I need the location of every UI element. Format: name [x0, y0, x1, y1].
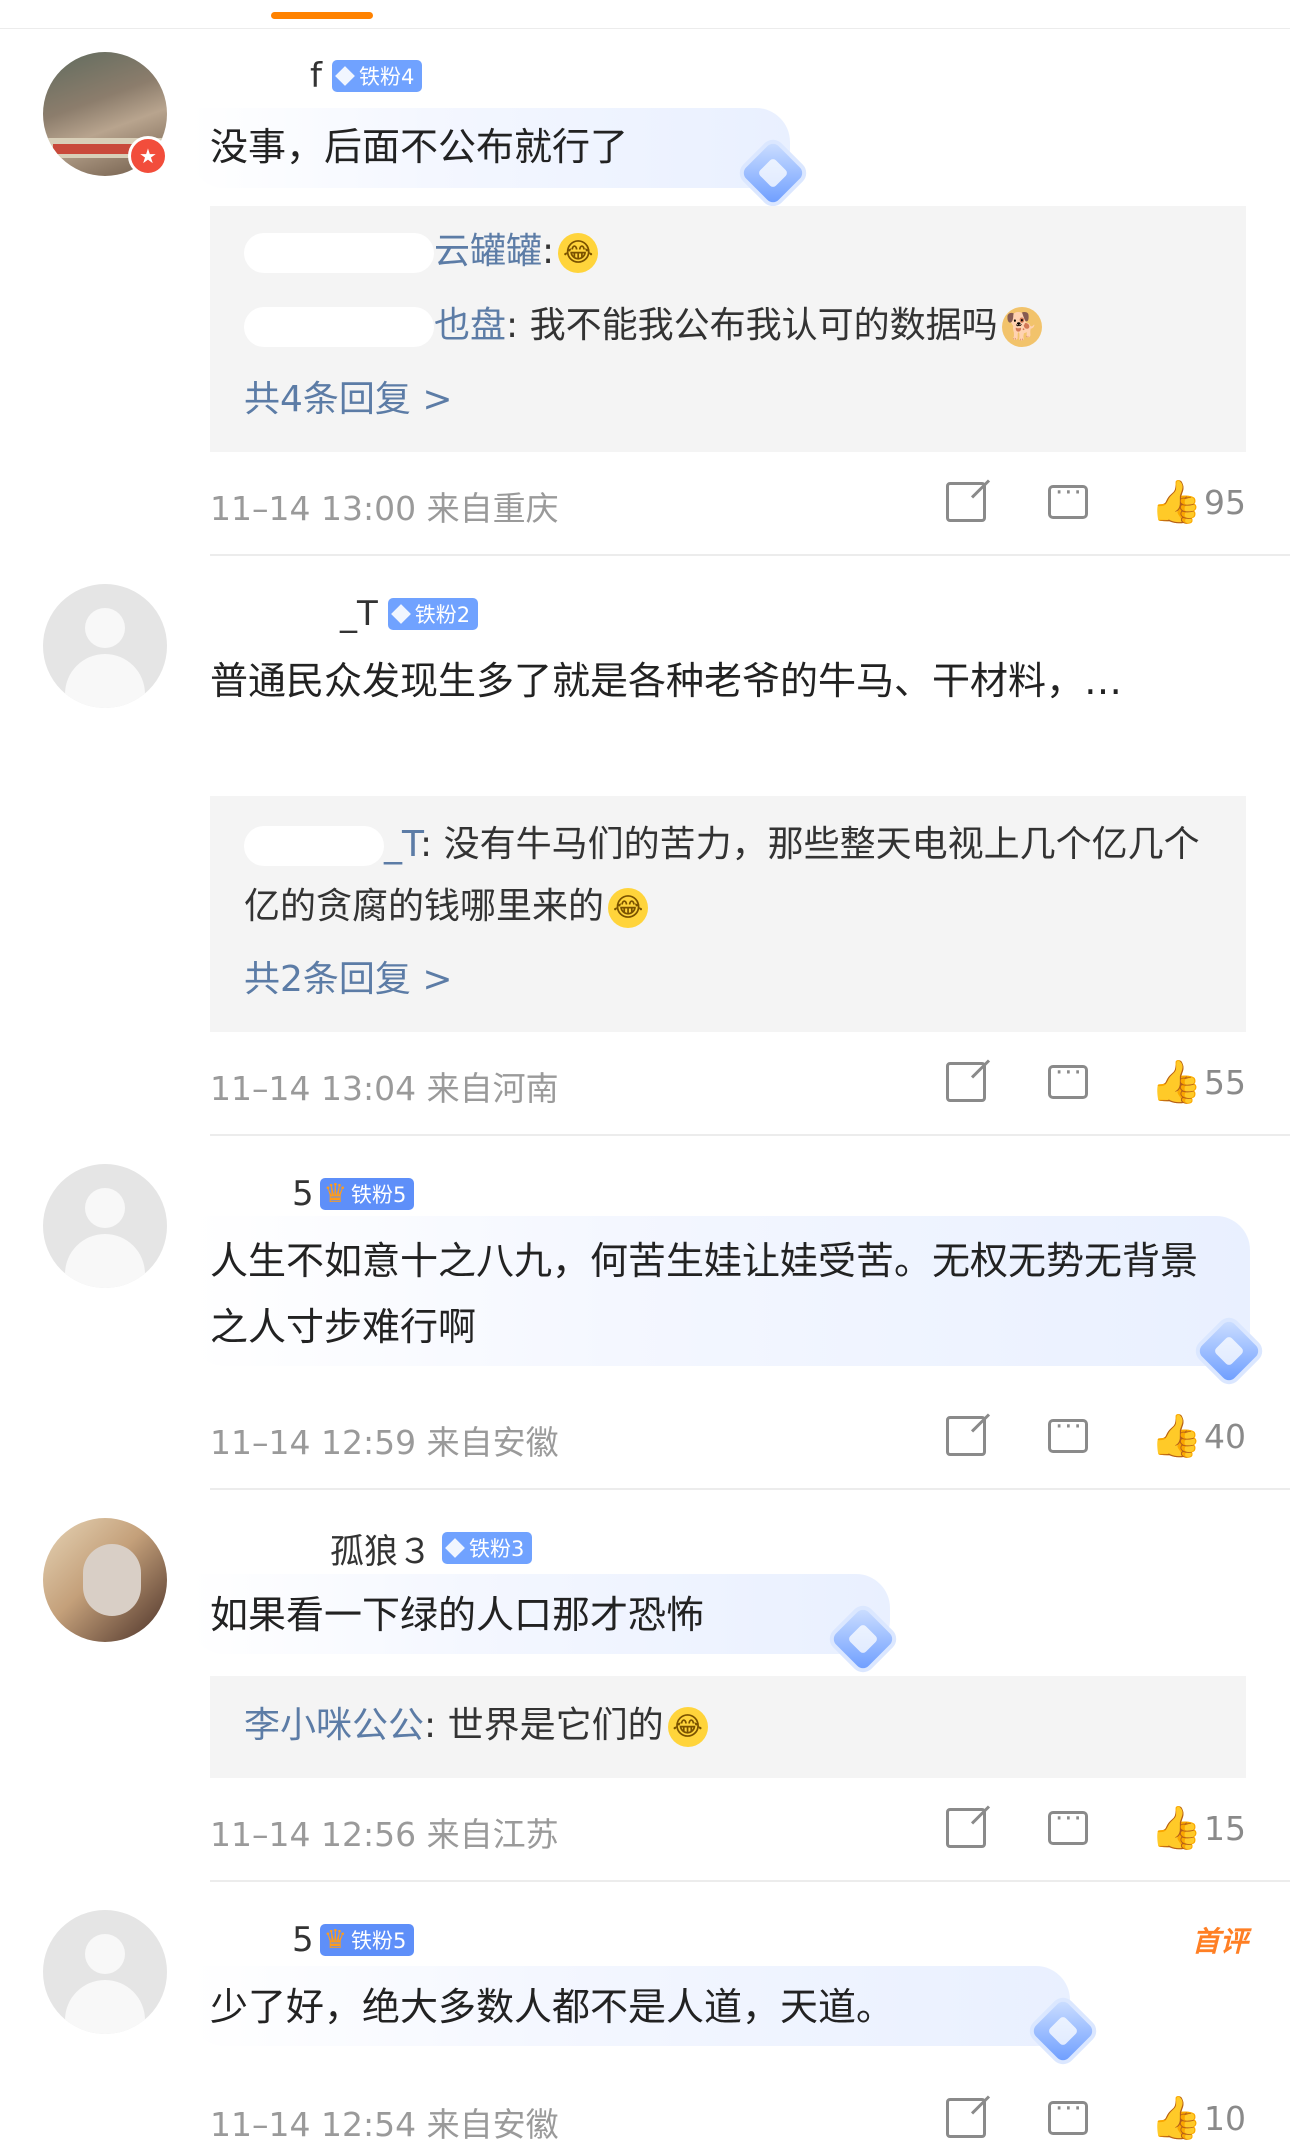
reply-item[interactable]: 也盘: 我不能我公布我认可的数据吗 🐕 — [244, 300, 1042, 352]
fan-diamond-icon — [335, 66, 355, 86]
fan-badge[interactable]: ♛ 铁粉5 — [319, 1924, 415, 1956]
timestamp: 11–14 13:00 — [210, 489, 417, 528]
action-bar: 👍 15 — [946, 1804, 1246, 1849]
location: 来自江苏 — [426, 1815, 559, 1854]
action-bar: 👍 10 — [946, 2094, 1246, 2139]
comment-icon[interactable] — [1048, 1058, 1088, 1099]
comment-text: 如果看一下绿的人口那才恐怖 — [210, 1593, 705, 1637]
timestamp: 11–14 12:56 — [210, 1815, 417, 1854]
first-comment-badge: 首评 — [1191, 1925, 1248, 1958]
comment-icon[interactable] — [1048, 1412, 1088, 1453]
location: 来自安徽 — [426, 2105, 559, 2144]
fan-badge[interactable]: 铁粉2 — [387, 598, 479, 630]
like-icon[interactable]: 👍 — [1150, 2097, 1202, 2139]
like-count: 15 — [1204, 1808, 1246, 1848]
share-icon[interactable] — [946, 482, 986, 522]
username[interactable]: f — [310, 56, 322, 96]
share-icon[interactable] — [946, 1062, 986, 1102]
reply-item[interactable]: 云罐罐: 😂 — [244, 226, 599, 278]
timestamp: 11–14 12:54 — [210, 2105, 417, 2144]
laugh-cry-emoji: 😂 — [558, 233, 599, 273]
comment-meta: 11–14 13:00 来自重庆 — [210, 482, 559, 530]
username-row: 5 ♛ 铁粉5 — [210, 1172, 415, 1216]
comment-text: 人生不如意十之八九，何苦生娃让娃受苦。无权无势无背景之人寸步难行啊 — [210, 1239, 1199, 1349]
reply-item[interactable]: 李小咪公公: 世界是它们的 😂 — [244, 1700, 708, 1752]
avatar[interactable] — [43, 1910, 167, 2034]
action-bar: 👍 55 — [946, 1058, 1246, 1103]
username-row: 孤狼３ 铁粉3 — [210, 1524, 533, 1573]
reply-item[interactable]: _T: 没有牛马们的苦力，那些整天电视上几个亿几个亿的贪腐的钱哪里来的 😂 — [244, 814, 1224, 938]
timestamp: 11–14 12:59 — [210, 1423, 417, 1462]
like-count: 55 — [1204, 1062, 1246, 1102]
username-row: 5 ♛ 铁粉5 — [210, 1918, 415, 1962]
reply-author[interactable]: 云罐罐 — [434, 231, 542, 272]
like-icon[interactable]: 👍 — [1150, 1807, 1202, 1849]
fan-badge[interactable]: ♛ 铁粉5 — [319, 1178, 415, 1210]
reply-author[interactable]: 李小咪公公 — [244, 1705, 424, 1746]
avatar[interactable] — [43, 1164, 167, 1288]
laugh-cry-emoji: 😂 — [667, 1707, 708, 1747]
comment-meta: 11–14 12:59 来自安徽 — [210, 1416, 559, 1464]
comment-icon[interactable] — [1048, 478, 1088, 519]
like-count: 10 — [1204, 2098, 1246, 2138]
doge-emoji: 🐕 — [1001, 307, 1042, 347]
fan-diamond-icon — [445, 1538, 465, 1558]
verified-star-icon: ★ — [128, 136, 168, 176]
action-bar: 👍 40 — [946, 1412, 1246, 1457]
comment-text: 少了好，绝大多数人都不是人道，天道。 — [210, 1985, 895, 2029]
divider — [210, 1880, 1290, 1882]
laugh-cry-emoji: 😂 — [608, 888, 649, 928]
avatar[interactable] — [43, 1518, 167, 1642]
comment-text: 普通民众发现生多了就是各种老爷的牛马、干材料，… — [210, 659, 1123, 703]
like-icon[interactable]: 👍 — [1150, 1415, 1202, 1457]
like-icon[interactable]: 👍 — [1150, 481, 1202, 523]
more-replies-link[interactable]: 共2条回复 > — [244, 954, 453, 1006]
username[interactable]: 孤狼３ — [330, 1524, 432, 1573]
reply-box[interactable]: 云罐罐: 😂 也盘: 我不能我公布我认可的数据吗 🐕 共4条回复 > — [210, 206, 1246, 452]
like-count: 40 — [1204, 1416, 1246, 1456]
reply-author[interactable]: 也盘 — [434, 305, 506, 346]
reply-author[interactable]: _T — [384, 824, 420, 865]
username-row: f 铁粉4 — [210, 54, 423, 98]
share-icon[interactable] — [946, 1416, 986, 1456]
action-bar: 👍 95 — [946, 478, 1246, 523]
crown-icon: ♛ — [323, 1179, 347, 1209]
comment-text: 没事，后面不公布就行了 — [210, 125, 629, 169]
location: 来自河南 — [426, 1069, 559, 1108]
comment-meta: 11–14 13:04 来自河南 — [210, 1062, 559, 1110]
comment-icon[interactable] — [1048, 1804, 1088, 1845]
fan-badge[interactable]: 铁粉4 — [331, 60, 423, 92]
crown-icon: ♛ — [323, 1925, 347, 1955]
share-icon[interactable] — [946, 1808, 986, 1848]
comment-icon[interactable] — [1048, 2094, 1088, 2135]
fan-badge[interactable]: 铁粉3 — [442, 1532, 533, 1564]
location: 来自重庆 — [426, 489, 559, 528]
avatar[interactable] — [43, 584, 167, 708]
tab-active-indicator — [271, 12, 373, 19]
more-replies-link[interactable]: 共4条回复 > — [244, 374, 453, 426]
username-row: _T 铁粉2 — [210, 592, 479, 636]
comment-meta: 11–14 12:56 来自江苏 — [210, 1808, 559, 1856]
username[interactable]: _T — [340, 594, 378, 634]
divider — [210, 1134, 1290, 1136]
like-count: 95 — [1204, 482, 1246, 522]
divider — [210, 554, 1290, 556]
reply-box[interactable]: 李小咪公公: 世界是它们的 😂 — [210, 1676, 1246, 1778]
username[interactable]: 5 — [292, 1920, 314, 1960]
header-divider — [0, 28, 1290, 29]
location: 来自安徽 — [426, 1423, 559, 1462]
comment-meta: 11–14 12:54 来自安徽 — [210, 2098, 559, 2146]
share-icon[interactable] — [946, 2098, 986, 2138]
fan-diamond-icon — [390, 604, 411, 624]
timestamp: 11–14 13:04 — [210, 1069, 417, 1108]
like-icon[interactable]: 👍 — [1150, 1061, 1202, 1103]
reply-box[interactable]: _T: 没有牛马们的苦力，那些整天电视上几个亿几个亿的贪腐的钱哪里来的 😂 共2条… — [210, 796, 1246, 1032]
username[interactable]: 5 — [292, 1174, 314, 1214]
divider — [210, 1488, 1290, 1490]
